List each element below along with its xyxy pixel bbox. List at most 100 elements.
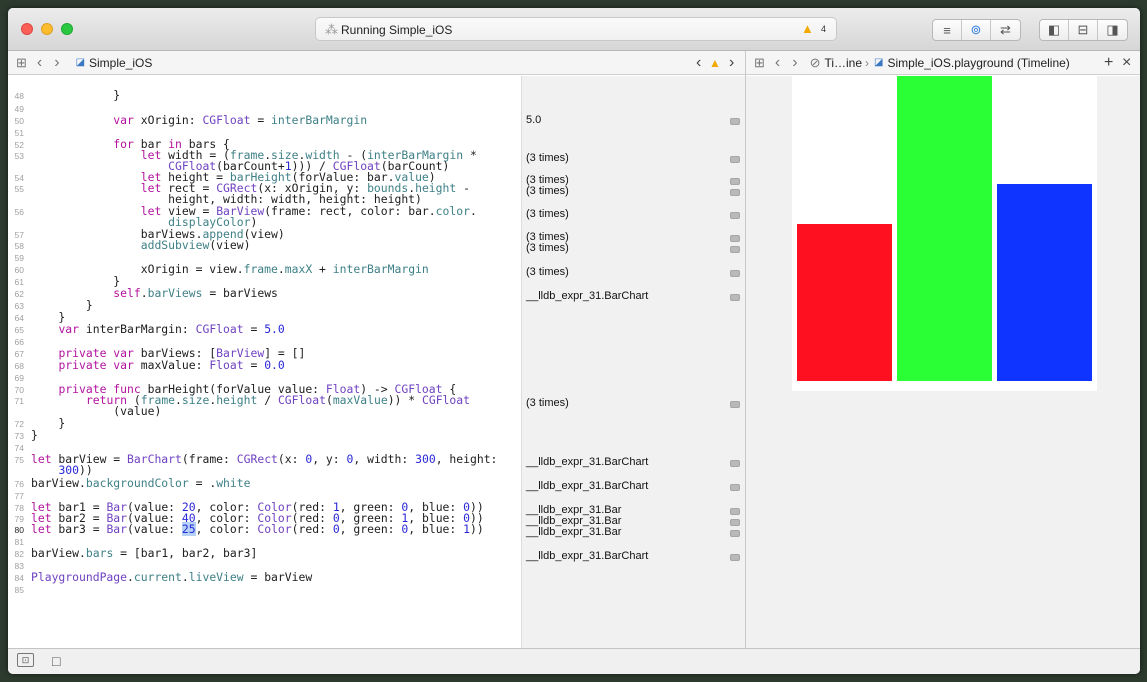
add-assistant-icon[interactable]: + (1104, 54, 1113, 72)
issue-warning-icon[interactable]: ▲ (709, 56, 721, 70)
result-value: (3 times) (526, 185, 569, 197)
quick-look-button[interactable] (730, 519, 740, 526)
previous-issue-icon[interactable]: ‹ (696, 54, 701, 72)
assistant-editor-icon[interactable]: ⊚ (962, 20, 991, 40)
result-value: __lldb_expr_31.BarChart (526, 290, 649, 302)
line-number: 77 (14, 491, 24, 501)
line-number: 54 (14, 173, 24, 183)
line-number: 64 (14, 313, 24, 323)
line-number: 56 (14, 207, 24, 217)
warning-count[interactable]: 4 (821, 24, 826, 34)
quick-look-button[interactable] (730, 156, 740, 163)
line-number: 62 (14, 289, 24, 299)
line-number: 85 (14, 585, 24, 595)
line-number: 82 (14, 549, 24, 559)
line-number: 59 (14, 253, 24, 263)
timeline-file-label[interactable]: Simple_iOS.playground (Timeline) (888, 56, 1070, 70)
line-number: 69 (14, 373, 24, 383)
forward-icon[interactable]: › (54, 54, 59, 72)
related-items-icon[interactable]: ⊞ (16, 55, 27, 71)
line-number: 65 (14, 325, 24, 335)
bar-2 (897, 76, 992, 381)
toggle-debug-area-icon[interactable]: ⊡ (17, 653, 34, 667)
result-value: (3 times) (526, 242, 569, 254)
quick-look-button[interactable] (730, 235, 740, 242)
result-value: (3 times) (526, 208, 569, 220)
warning-icon[interactable]: ▲ (801, 21, 814, 36)
next-issue-icon[interactable]: › (729, 54, 734, 72)
line-number: 79 (14, 514, 24, 524)
line-number: 75 (14, 455, 24, 465)
back-icon[interactable]: ‹ (37, 54, 42, 72)
quick-look-button[interactable] (730, 189, 740, 196)
line-number: 73 (14, 431, 24, 441)
quick-look-button[interactable] (730, 460, 740, 467)
line-number: 70 (14, 385, 24, 395)
debug-area-toggle-icon[interactable]: ⊟ (1069, 20, 1098, 40)
close-assistant-icon[interactable]: × (1122, 54, 1131, 72)
editor-jump-bar: ⊞ ‹ › ◪ Simple_iOS ‹ ▲ › (8, 51, 745, 75)
result-value: __lldb_expr_31.BarChart (526, 480, 649, 492)
quick-look-button[interactable] (730, 212, 740, 219)
utilities-toggle-icon[interactable]: ◨ (1098, 20, 1127, 40)
quick-look-button[interactable] (730, 530, 740, 537)
line-number: 81 (14, 537, 24, 547)
result-value: __lldb_expr_31.Bar (526, 526, 622, 538)
line-number: 72 (14, 419, 24, 429)
result-value: (3 times) (526, 397, 569, 409)
quick-look-button[interactable] (730, 270, 740, 277)
close-window-button[interactable] (21, 23, 33, 35)
quick-look-button[interactable] (730, 484, 740, 491)
line-number: 49 (14, 104, 24, 114)
line-number: 53 (14, 151, 24, 161)
playground-file-icon: ◪ (874, 57, 884, 68)
line-number: 83 (14, 561, 24, 571)
line-number: 50 (14, 116, 24, 126)
version-editor-icon[interactable]: ⇄ (991, 20, 1020, 40)
line-number: 80 (14, 525, 24, 535)
line-number: 60 (14, 265, 24, 275)
result-value: __lldb_expr_31.BarChart (526, 550, 649, 562)
activity-status: Running Simple_iOS (341, 23, 453, 37)
quick-look-button[interactable] (730, 246, 740, 253)
debug-bar: ⊡ □ (8, 648, 1140, 674)
line-number: 55 (14, 184, 24, 194)
navigator-toggle-icon[interactable]: ◧ (1040, 20, 1069, 40)
quick-look-button[interactable] (730, 554, 740, 561)
line-number: 68 (14, 361, 24, 371)
timeline-mode-label[interactable]: Ti…ine (824, 56, 862, 70)
assistant-mode-icon[interactable]: ⊘ (810, 55, 821, 71)
live-view-pane (746, 76, 1140, 648)
quick-look-button[interactable] (730, 118, 740, 125)
line-number: 51 (14, 128, 24, 138)
back-icon[interactable]: ‹ (775, 54, 780, 72)
view-control: ◧ ⊟ ◨ (1039, 19, 1128, 41)
minimize-window-button[interactable] (41, 23, 53, 35)
line-number: 84 (14, 573, 24, 583)
zoom-window-button[interactable] (61, 23, 73, 35)
line-number: 48 (14, 91, 24, 101)
assistant-jump-bar: ⊞ ‹ › ⊘ Ti…ine › ◪ Simple_iOS.playground… (746, 51, 1140, 75)
result-value: (3 times) (526, 266, 569, 278)
line-number: 52 (14, 140, 24, 150)
activity-viewer: ⁂ Running Simple_iOS ▲ 4 (315, 17, 837, 41)
quick-look-button[interactable] (730, 508, 740, 515)
related-items-icon[interactable]: ⊞ (754, 55, 765, 71)
spinner-icon: ⁂ (325, 22, 338, 37)
line-number: 57 (14, 230, 24, 240)
quick-look-button[interactable] (730, 178, 740, 185)
jump-bar-file-label[interactable]: Simple_iOS (89, 56, 152, 70)
standard-editor-icon[interactable]: ≡ (933, 20, 962, 40)
line-number: 71 (14, 396, 24, 406)
bar-chart-view (792, 76, 1097, 391)
title-bar: ⁂ Running Simple_iOS ▲ 4 ≡ ⊚ ⇄ ◧ ⊟ ◨ (8, 8, 1140, 51)
forward-icon[interactable]: › (792, 54, 797, 72)
quick-look-button[interactable] (730, 401, 740, 408)
line-number: 78 (14, 503, 24, 513)
square-icon[interactable]: □ (52, 653, 60, 669)
bar-1 (797, 223, 892, 381)
path-separator: › (865, 55, 870, 70)
quick-look-button[interactable] (730, 294, 740, 301)
line-number: 76 (14, 479, 24, 489)
line-number: 66 (14, 337, 24, 347)
